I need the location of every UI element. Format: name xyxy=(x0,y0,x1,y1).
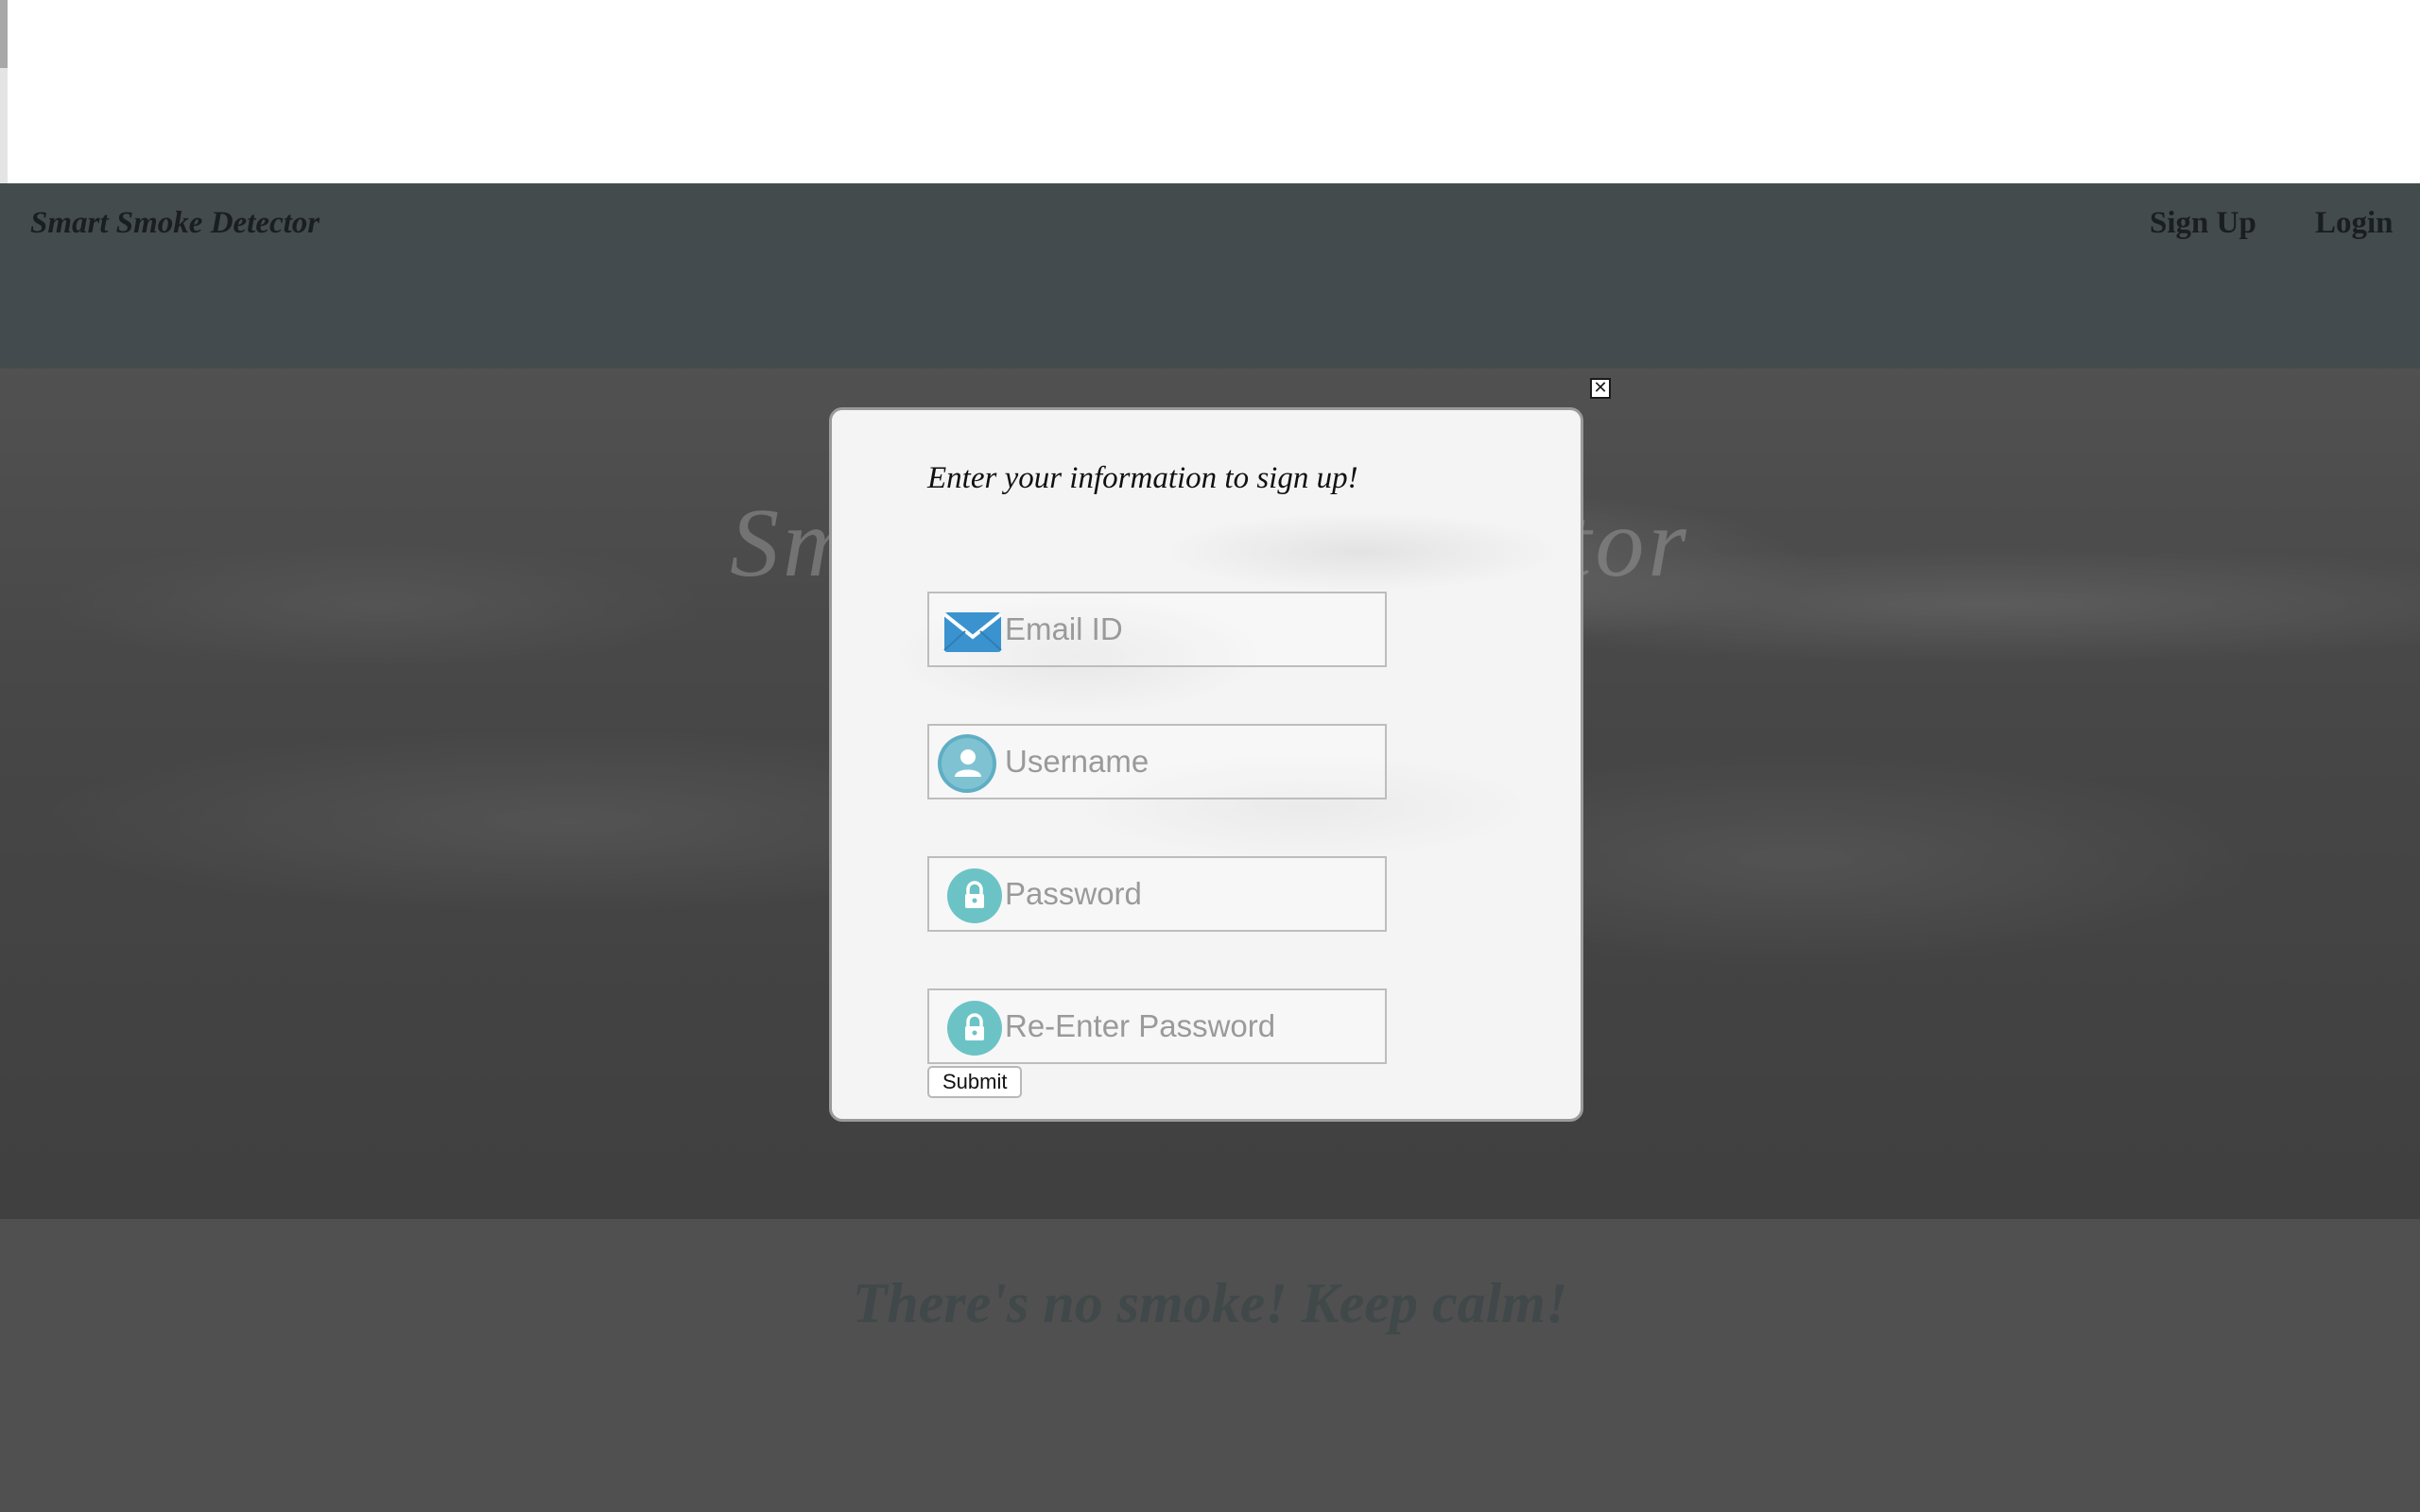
username-field[interactable] xyxy=(927,724,1387,799)
reenter-password-field[interactable] xyxy=(927,988,1387,1064)
browser-chrome-strip xyxy=(0,0,2420,183)
modal-heading: Enter your information to sign up! xyxy=(927,461,1358,495)
lock-icon xyxy=(947,1001,1002,1056)
password-field[interactable] xyxy=(927,856,1387,932)
lock-icon xyxy=(947,868,1002,923)
password-input[interactable] xyxy=(1005,858,1379,930)
browser-edge-dark xyxy=(0,0,8,68)
email-field[interactable] xyxy=(927,592,1387,667)
browser-edge-light xyxy=(0,68,8,183)
user-icon xyxy=(938,734,996,793)
email-input[interactable] xyxy=(1005,593,1379,665)
username-input[interactable] xyxy=(1005,726,1379,798)
reenter-password-input[interactable] xyxy=(1005,990,1379,1062)
envelope-icon xyxy=(942,612,1003,652)
submit-button[interactable]: Submit xyxy=(927,1066,1023,1098)
close-icon[interactable]: ✕ xyxy=(1590,378,1611,399)
signup-modal: Enter your information to sign up! Email… xyxy=(829,407,1583,1122)
